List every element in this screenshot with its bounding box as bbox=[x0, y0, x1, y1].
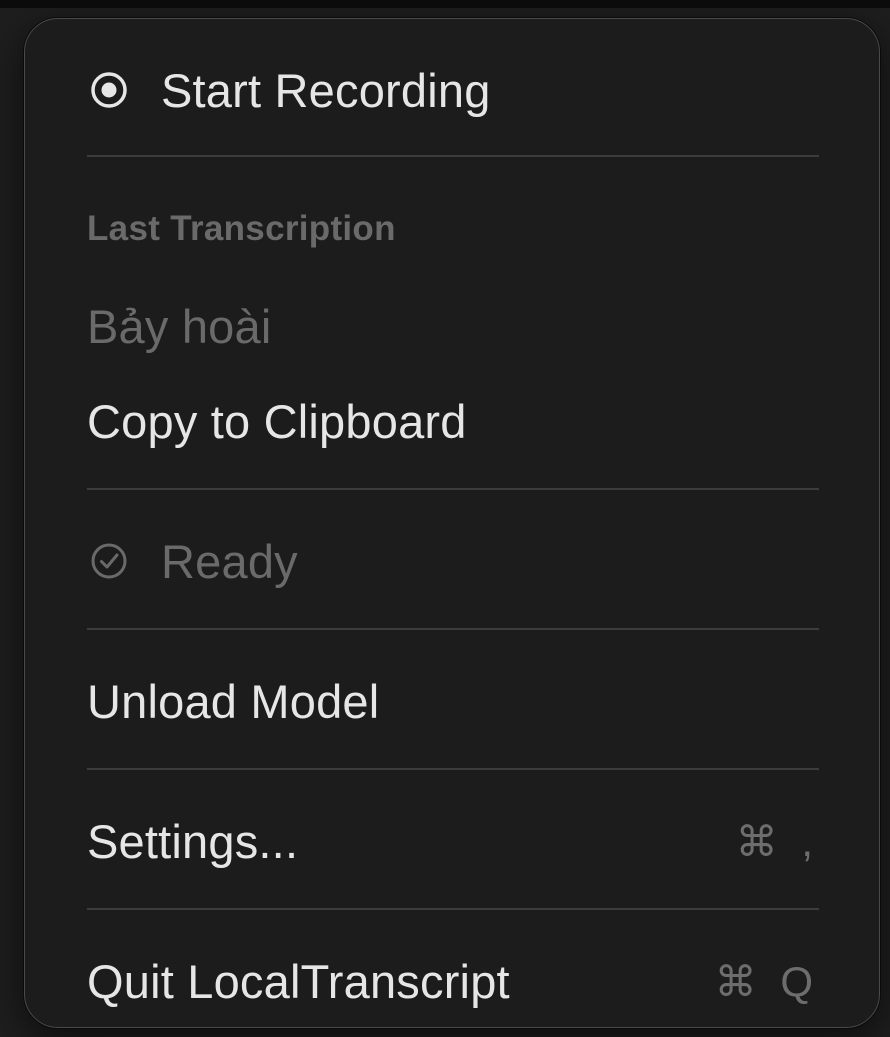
unload-model-menu-item[interactable]: Unload Model bbox=[87, 666, 819, 736]
quit-label: Quit LocalTranscript bbox=[87, 954, 510, 1008]
menu-separator bbox=[87, 155, 819, 157]
status-menu-item: Ready bbox=[87, 526, 819, 596]
checkmark-circle-icon bbox=[87, 539, 131, 583]
menu-separator bbox=[87, 488, 819, 490]
record-icon bbox=[87, 68, 131, 112]
menu-separator bbox=[87, 908, 819, 910]
quit-menu-item[interactable]: Quit LocalTranscript ⌘ Q bbox=[87, 946, 819, 1016]
copy-to-clipboard-menu-item[interactable]: Copy to Clipboard bbox=[87, 386, 819, 456]
menu-separator bbox=[87, 628, 819, 630]
status-label: Ready bbox=[161, 534, 298, 588]
copy-to-clipboard-label: Copy to Clipboard bbox=[87, 394, 467, 448]
settings-menu-item[interactable]: Settings... ⌘ , bbox=[87, 806, 819, 876]
menu-bar-edge bbox=[0, 0, 890, 8]
last-transcription-header: Last Transcription bbox=[87, 209, 396, 248]
last-transcription-text: Bảy hoài bbox=[87, 291, 819, 361]
quit-shortcut: ⌘ Q bbox=[714, 957, 819, 1005]
last-transcription-value: Bảy hoài bbox=[87, 299, 272, 353]
settings-shortcut: ⌘ , bbox=[735, 817, 819, 865]
start-recording-label: Start Recording bbox=[161, 63, 491, 117]
status-menu: Start Recording Last Transcription Bảy h… bbox=[24, 18, 880, 1028]
settings-label: Settings... bbox=[87, 814, 299, 868]
unload-model-label: Unload Model bbox=[87, 674, 380, 728]
menu-separator bbox=[87, 768, 819, 770]
start-recording-menu-item[interactable]: Start Recording bbox=[87, 55, 819, 125]
